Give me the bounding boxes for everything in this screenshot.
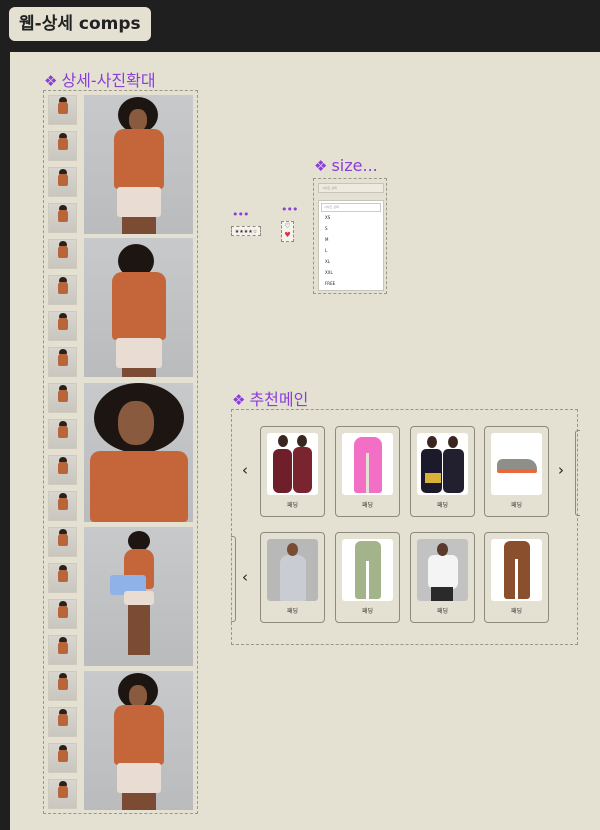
product-name: 패딩	[510, 502, 523, 509]
thumbnail[interactable]	[48, 743, 77, 773]
size-select-value: 사이즈 선택	[322, 186, 337, 190]
thumbnail[interactable]	[48, 671, 77, 701]
product-image	[267, 433, 318, 495]
product-card[interactable]: 패딩	[410, 426, 475, 517]
size-option[interactable]: XXL	[319, 267, 383, 278]
thumbnail[interactable]	[48, 95, 77, 125]
thumbnail[interactable]	[48, 275, 77, 305]
carousel-prev-button[interactable]: ‹	[242, 463, 248, 478]
thumbnail[interactable]	[48, 131, 77, 161]
thumbnail[interactable]	[48, 419, 77, 449]
product-name: 패딩	[361, 502, 374, 509]
product-name: 패딩	[286, 608, 299, 615]
component-icon: ❖	[44, 72, 58, 90]
thumbnail[interactable]	[48, 455, 77, 485]
component-label: •••	[281, 203, 298, 216]
thumbnail[interactable]	[48, 383, 77, 413]
size-option[interactable]: S	[319, 223, 383, 234]
product-card[interactable]: 패딩	[335, 532, 400, 623]
product-name: 패딩	[436, 502, 449, 509]
thumbnail[interactable]	[48, 347, 77, 377]
product-image	[342, 433, 393, 495]
frame-title: 상세-사진확대	[61, 71, 156, 90]
card-edge	[231, 536, 236, 622]
frame-label-size[interactable]: ❖ size...	[314, 156, 378, 175]
product-name: 패딩	[510, 608, 523, 615]
size-option[interactable]: XL	[319, 256, 383, 267]
hero-photo[interactable]	[84, 238, 193, 377]
product-card[interactable]: 패딩	[260, 426, 325, 517]
product-image	[491, 433, 542, 495]
card-edge	[575, 430, 580, 516]
top-bar: 웹-상세 comps	[0, 0, 600, 52]
size-option[interactable]: XS	[319, 212, 383, 223]
product-image	[491, 539, 542, 601]
thumbnail[interactable]	[48, 239, 77, 269]
component-icon: ❖	[314, 157, 328, 175]
hero-photo[interactable]	[84, 671, 193, 810]
heart-filled-icon: ♥	[284, 231, 291, 239]
thumbnail[interactable]	[48, 491, 77, 521]
heart-outline-icon: ♡	[284, 222, 291, 230]
hero-photo[interactable]	[84, 383, 193, 522]
like-toggle[interactable]: ♡ ♥	[281, 221, 294, 242]
size-dropdown-header[interactable]: 사이즈 선택	[321, 203, 381, 212]
page-tag[interactable]: 웹-상세 comps	[9, 7, 151, 41]
product-image	[417, 539, 468, 601]
product-card[interactable]: 패딩	[484, 532, 549, 623]
thumbnail[interactable]	[48, 203, 77, 233]
size-option[interactable]: L	[319, 245, 383, 256]
frame-title: 추천메인	[249, 390, 309, 409]
hero-photo[interactable]	[84, 95, 193, 234]
frame-label-recommend[interactable]: ❖ 추천메인	[232, 386, 308, 410]
thumbnail[interactable]	[48, 599, 77, 629]
size-dropdown: 사이즈 선택 XS S M L XL XXL FREE	[318, 200, 384, 291]
frame-title: size...	[331, 156, 378, 175]
carousel-next-button[interactable]: ›	[558, 463, 564, 478]
product-card[interactable]: 패딩	[335, 426, 400, 517]
thumbnail[interactable]	[48, 707, 77, 737]
rating-stars[interactable]: ★★★★☆	[231, 226, 261, 236]
thumbnail[interactable]	[48, 563, 77, 593]
product-name: 패딩	[436, 608, 449, 615]
product-card[interactable]: 패딩	[260, 532, 325, 623]
product-image	[417, 433, 468, 495]
thumbnail[interactable]	[48, 779, 77, 809]
thumbnail[interactable]	[48, 167, 77, 197]
size-option[interactable]: FREE	[319, 278, 383, 289]
thumbnail[interactable]	[48, 527, 77, 557]
product-name: 패딩	[361, 608, 374, 615]
product-image	[342, 539, 393, 601]
thumbnail[interactable]	[48, 635, 77, 665]
size-option[interactable]: M	[319, 234, 383, 245]
size-select[interactable]: 사이즈 선택	[318, 183, 384, 193]
component-icon: ❖	[232, 391, 246, 409]
product-name: 패딩	[286, 502, 299, 509]
hero-photo[interactable]	[84, 527, 193, 666]
size-frame: 사이즈 선택 사이즈 선택 XS S M L XL XXL FREE	[313, 178, 387, 294]
product-image	[267, 539, 318, 601]
product-card[interactable]: 패딩	[484, 426, 549, 517]
thumbnail[interactable]	[48, 311, 77, 341]
component-label: •••	[232, 208, 249, 221]
product-card[interactable]: 패딩	[410, 532, 475, 623]
frame-label-photo-zoom[interactable]: ❖ 상세-사진확대	[44, 67, 156, 91]
carousel-prev-button[interactable]: ‹	[242, 570, 248, 585]
